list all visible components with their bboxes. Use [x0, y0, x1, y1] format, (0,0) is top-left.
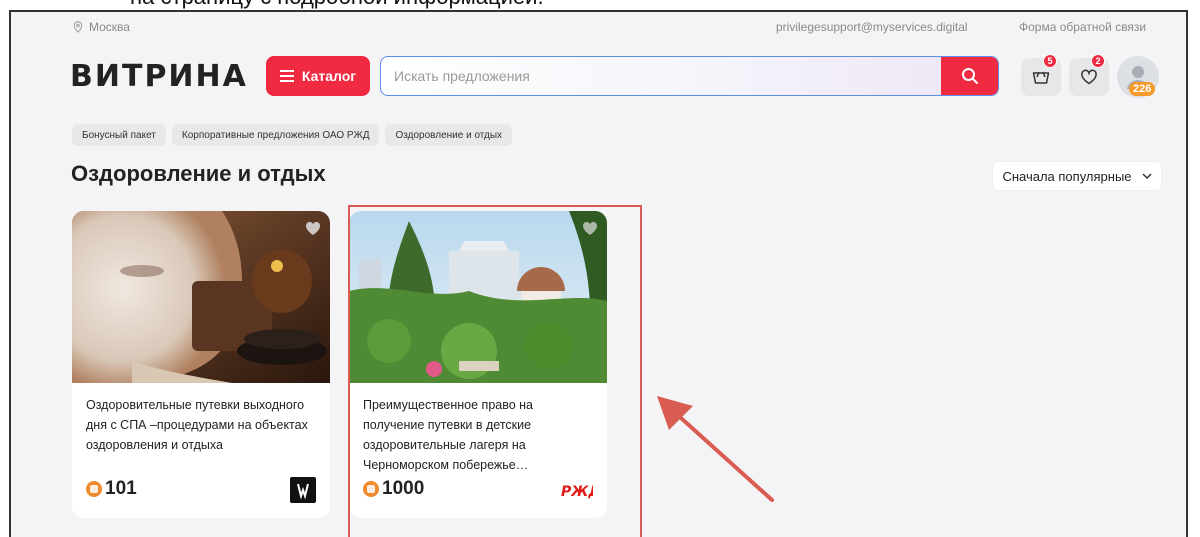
spa-photo	[72, 211, 330, 383]
city-selector[interactable]: Москва	[73, 20, 130, 34]
feedback-form-link[interactable]: Форма обратной связи	[1019, 20, 1146, 34]
browser-frame: Москва privilegesupport@myservices.digit…	[9, 10, 1188, 537]
bonus-coin-icon	[86, 481, 102, 497]
search-input[interactable]	[381, 57, 941, 95]
favorite-toggle-icon[interactable]	[304, 219, 322, 237]
breadcrumb: Бонусный пакет Корпоративные предложения…	[72, 124, 513, 146]
breadcrumb-item[interactable]: Оздоровление и отдых	[385, 124, 513, 146]
city-label: Москва	[89, 20, 130, 34]
price-value: 101	[105, 478, 137, 499]
menu-icon	[279, 70, 294, 82]
favorites-button[interactable]: 2	[1069, 54, 1109, 96]
card-description: Оздоровительные путевки выходного дня с …	[86, 398, 308, 452]
document-caption: на страницу с подробной информацией.	[130, 0, 544, 10]
user-avatar[interactable]: 226	[1117, 56, 1159, 98]
basket-icon	[1032, 71, 1050, 84]
search-bar	[380, 56, 999, 96]
breadcrumb-item[interactable]: Корпоративные предложения ОАО РЖД	[171, 124, 380, 146]
partner-logo-icon	[290, 477, 316, 503]
location-pin-icon	[73, 21, 83, 33]
top-info-bar: Москва privilegesupport@myservices.digit…	[11, 12, 1186, 42]
catalog-button[interactable]: Каталог	[266, 56, 370, 96]
page-title: Оздоровление и отдых	[71, 161, 326, 186]
card-price: 101	[86, 478, 137, 500]
heart-icon	[1081, 69, 1097, 85]
site-logo[interactable]: ВИТРИНА	[70, 59, 248, 94]
annotation-arrow-icon	[657, 396, 774, 502]
points-badge: 226	[1129, 82, 1156, 96]
sort-label: Сначала популярные	[1002, 168, 1132, 184]
chevron-down-icon	[1142, 173, 1152, 179]
annotation-highlight-box	[348, 205, 642, 537]
sort-dropdown[interactable]: Сначала популярные	[992, 161, 1162, 191]
cart-button[interactable]: 5	[1021, 54, 1061, 96]
search-button[interactable]	[941, 57, 998, 95]
offer-card-spa[interactable]: Оздоровительные путевки выходного дня с …	[72, 211, 330, 518]
favorites-count-badge: 2	[1091, 54, 1105, 68]
support-email-link[interactable]: privilegesupport@myservices.digital	[776, 20, 968, 34]
breadcrumb-item[interactable]: Бонусный пакет	[72, 124, 166, 146]
catalog-label: Каталог	[301, 68, 357, 84]
search-icon	[962, 68, 978, 84]
cart-count-badge: 5	[1043, 54, 1057, 68]
